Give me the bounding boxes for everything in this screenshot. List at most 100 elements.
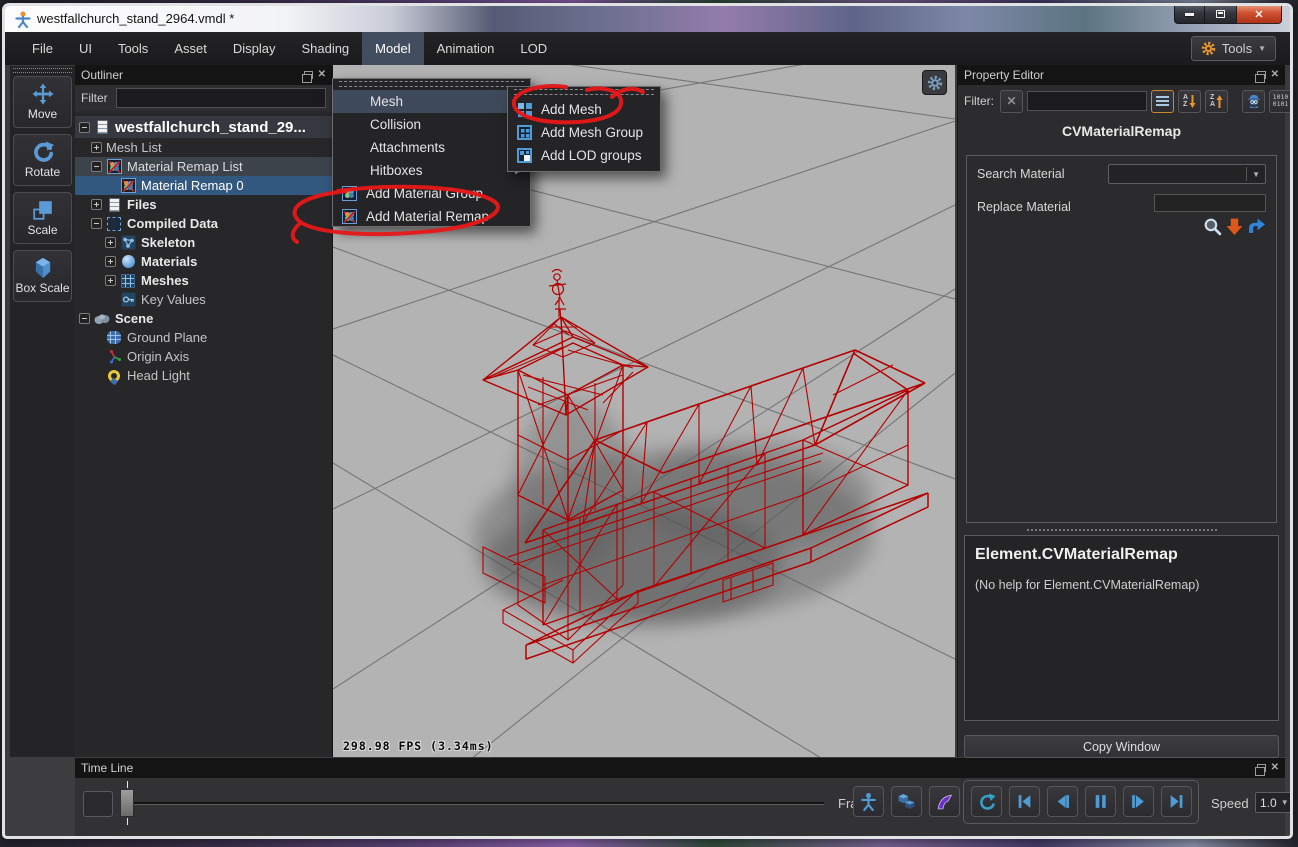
menu-item-add-lod-groups[interactable]: Add LOD groups [508, 144, 660, 167]
tree-item-mesh-list[interactable]: Mesh List [75, 138, 332, 157]
tree-item-key-values[interactable]: Key Values [75, 290, 332, 309]
maximize-button[interactable] [1205, 5, 1236, 24]
speed-dropdown[interactable]: 1.0 ▼ [1255, 792, 1293, 813]
float-panel-icon[interactable] [1257, 71, 1266, 79]
minimize-button[interactable] [1174, 5, 1205, 24]
menu-animation[interactable]: Animation [424, 32, 508, 65]
tree-item-root[interactable]: westfallchurch_stand_29... [75, 116, 332, 138]
float-panel-icon[interactable] [304, 71, 313, 79]
menu-ui[interactable]: UI [66, 32, 105, 65]
replace-material-input[interactable] [1154, 194, 1266, 212]
menu-item-add-mesh-group[interactable]: Add Mesh Group [508, 121, 660, 144]
copy-window-button[interactable]: Copy Window [964, 735, 1279, 758]
pause-icon [1092, 793, 1109, 810]
menu-item-add-material-group[interactable]: Add Material Group [333, 182, 530, 205]
menu-display[interactable]: Display [220, 32, 289, 65]
menu-item-mesh[interactable]: Mesh ▶ [333, 90, 530, 113]
search-material-icon[interactable] [1203, 217, 1222, 236]
binary-view-button[interactable]: 10100101 [1269, 90, 1292, 113]
tree-item-skeleton[interactable]: Skeleton [75, 233, 332, 252]
timeline-slider-handle[interactable] [120, 789, 134, 817]
pause-button[interactable] [1085, 786, 1116, 817]
tools-dropdown-button[interactable]: Tools ▼ [1191, 36, 1276, 61]
redirect-arrow-icon[interactable] [1247, 217, 1266, 236]
loop-playback-button[interactable] [971, 786, 1002, 817]
menu-item-add-mesh[interactable]: Add Mesh [508, 98, 660, 121]
move-tool-label: Move [28, 107, 57, 121]
menu-asset[interactable]: Asset [161, 32, 220, 65]
tree-item-origin-axis[interactable]: Origin Axis [75, 347, 332, 366]
tree-item-meshes[interactable]: Meshes [75, 271, 332, 290]
collapse-icon[interactable] [91, 218, 102, 229]
expand-icon[interactable] [105, 256, 116, 267]
help-title: Element.CVMaterialRemap [975, 546, 1268, 564]
expand-icon[interactable] [105, 275, 116, 286]
expand-icon[interactable] [91, 142, 102, 153]
timeline-title: Time Line [81, 761, 133, 775]
toolbar-grip[interactable] [13, 68, 72, 73]
expand-icon[interactable] [91, 199, 102, 210]
menu-model[interactable]: Model [362, 32, 423, 65]
tree-item-scene[interactable]: Scene [75, 309, 332, 328]
tree-item-material-remap-0[interactable]: Material Remap 0 [75, 176, 332, 195]
step-back-button[interactable] [1047, 786, 1078, 817]
float-panel-icon[interactable] [1257, 764, 1266, 772]
rotate-tool-button[interactable]: Rotate [13, 134, 72, 186]
menu-lod[interactable]: LOD [507, 32, 560, 65]
menu-tools[interactable]: Tools [105, 32, 161, 65]
sort-az-button[interactable]: AZ [1178, 90, 1201, 113]
pe-filter-input[interactable] [1027, 91, 1147, 111]
move-tool-button[interactable]: Move [13, 76, 72, 128]
element-help-box: Element.CVMaterialRemap (No help for Ele… [964, 535, 1279, 721]
title-bar: westfallchurch_stand_2964.vmdl * ✕ [5, 6, 1290, 32]
outliner-filter-input[interactable] [116, 88, 326, 108]
minimize-icon [1185, 13, 1194, 16]
expand-icon[interactable] [105, 237, 116, 248]
tree-item-material-remap-list[interactable]: Material Remap List [75, 157, 332, 176]
sort-za-icon: ZA [1210, 94, 1223, 108]
close-panel-icon[interactable]: ✕ [318, 70, 326, 80]
apply-down-icon[interactable] [1225, 217, 1244, 236]
search-material-dropdown[interactable]: ▼ [1108, 164, 1266, 184]
sort-za-button[interactable]: ZA [1205, 90, 1228, 113]
menu-tearoff-handle[interactable] [514, 89, 654, 95]
show-physics-button[interactable] [891, 786, 922, 817]
step-forward-button[interactable] [1123, 786, 1154, 817]
tree-item-compiled-data[interactable]: Compiled Data [75, 214, 332, 233]
tree-item-ground-plane[interactable]: Ground Plane [75, 328, 332, 347]
timeline-title-bar: Time Line ✕ [75, 758, 1285, 778]
tree-item-head-light[interactable]: Head Light [75, 366, 332, 385]
close-button[interactable]: ✕ [1236, 5, 1282, 24]
show-cloth-button[interactable] [929, 786, 960, 817]
menu-shading[interactable]: Shading [288, 32, 362, 65]
collapse-icon[interactable] [91, 161, 102, 172]
menu-item-attachments[interactable]: Attachments ▶ [333, 136, 530, 159]
show-skeleton-button[interactable] [853, 786, 884, 817]
menu-item-hitboxes[interactable]: Hitboxes ▶ [333, 159, 530, 182]
frame-value-box[interactable] [83, 791, 113, 817]
menu-item-collision[interactable]: Collision ▶ [333, 113, 530, 136]
menu-file[interactable]: File [19, 32, 66, 65]
timeline-slider-track[interactable] [134, 802, 824, 805]
materials-icon [122, 255, 135, 268]
list-view-button[interactable] [1151, 90, 1174, 113]
collapse-icon[interactable] [79, 122, 90, 133]
panel-splitter[interactable] [966, 527, 1277, 533]
clear-filter-button[interactable]: ✕ [1000, 90, 1023, 113]
viewport-settings-button[interactable] [922, 70, 947, 95]
collapse-icon[interactable] [79, 313, 90, 324]
tree-item-materials[interactable]: Materials [75, 252, 332, 271]
close-panel-icon[interactable]: ✕ [1271, 70, 1279, 80]
inspect-button[interactable] [1242, 90, 1265, 113]
tree-item-files[interactable]: Files [75, 195, 332, 214]
go-to-end-button[interactable] [1161, 786, 1192, 817]
menu-item-add-material-remap[interactable]: Add Material Remap [333, 205, 530, 228]
box-scale-tool-button[interactable]: Box Scale [13, 250, 72, 302]
scale-tool-button[interactable]: Scale [13, 192, 72, 244]
head-light-icon [108, 370, 120, 382]
close-panel-icon[interactable]: ✕ [1271, 763, 1279, 773]
go-to-start-button[interactable] [1009, 786, 1040, 817]
refresh-icon [978, 793, 996, 811]
rotate-icon [32, 141, 54, 163]
menu-tearoff-handle[interactable] [339, 81, 524, 87]
